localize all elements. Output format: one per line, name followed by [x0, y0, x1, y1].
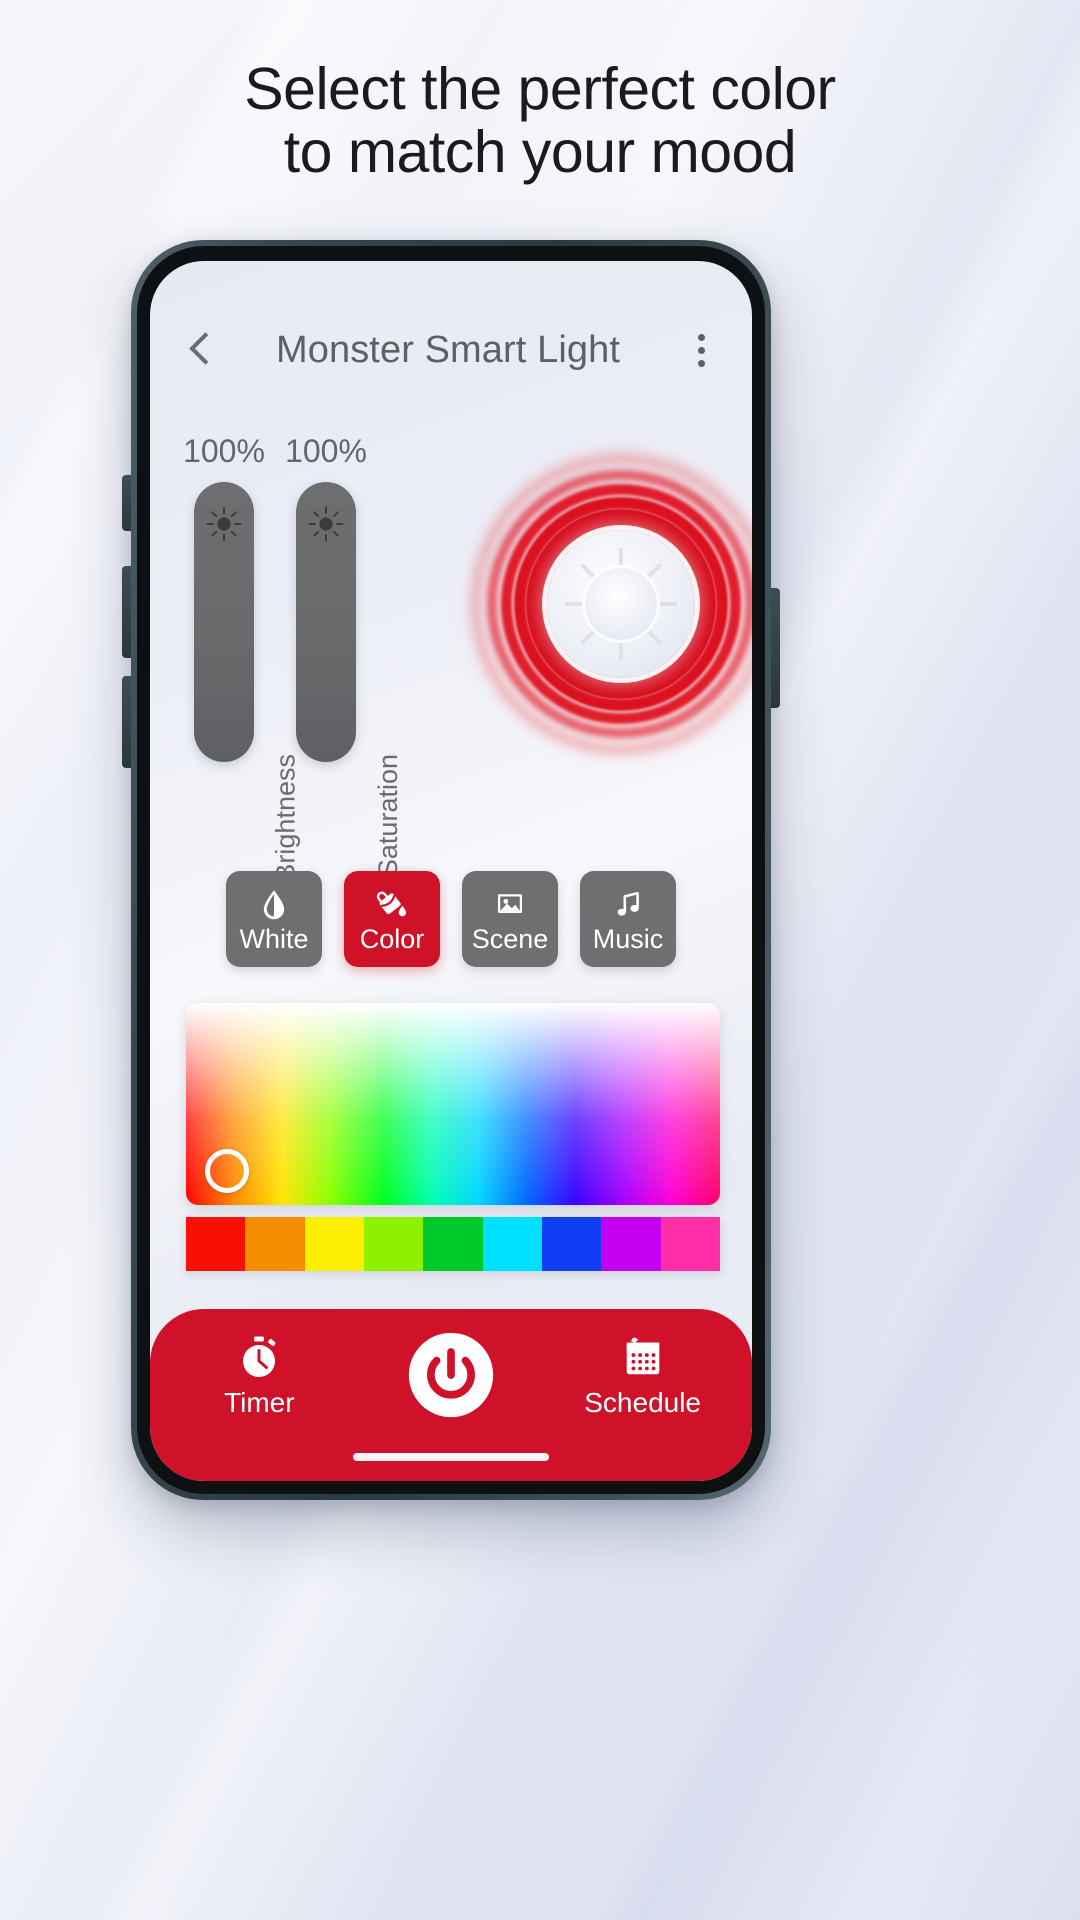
nav-item-schedule[interactable]: Schedule	[568, 1331, 718, 1419]
music-note-icon	[608, 885, 648, 923]
mode-label-scene: Scene	[471, 924, 549, 954]
nav-label-timer: Timer	[224, 1387, 295, 1418]
color-picker-gradient[interactable]	[186, 1003, 720, 1205]
phone-side-button-power	[771, 588, 780, 708]
saturation-label: Saturation	[373, 754, 403, 878]
app-header: Monster Smart Light	[150, 313, 752, 387]
brightness-slider[interactable]: 100% Brightness	[183, 433, 301, 882]
saturation-value: 100%	[285, 433, 367, 469]
slider-group: 100% Brightness 100% Saturation	[183, 433, 403, 882]
stopwatch-timer-icon	[233, 1331, 285, 1383]
promo-headline: Select the perfect color to match your m…	[0, 58, 1080, 183]
home-indicator	[353, 1453, 549, 1461]
swatch-0[interactable]	[186, 1217, 246, 1271]
mode-button-color[interactable]: Color	[344, 871, 440, 967]
phone-bezel: Monster Smart Light 100% Brightness 100%…	[137, 246, 765, 1494]
color-swatch-strip[interactable]	[186, 1217, 720, 1271]
headline-line-2: to match your mood	[283, 118, 797, 185]
swatch-1[interactable]	[245, 1217, 305, 1271]
mode-button-music[interactable]: Music	[580, 871, 676, 967]
image-picture-icon	[490, 885, 530, 923]
mode-button-row: White Color Scene Music	[150, 871, 752, 967]
saturation-slider[interactable]: 100% Saturation	[285, 433, 403, 877]
swatch-8[interactable]	[660, 1217, 720, 1271]
brightness-value: 100%	[183, 433, 265, 469]
phone-side-button-volume-up	[122, 566, 131, 658]
phone-mockup: Monster Smart Light 100% Brightness 100%…	[122, 240, 780, 1500]
bottom-navigation-bar: Timer Schedule	[150, 1309, 752, 1481]
swatch-4[interactable]	[423, 1217, 483, 1271]
swatch-7[interactable]	[601, 1217, 661, 1271]
nav-item-timer[interactable]: Timer	[184, 1331, 334, 1419]
paint-bucket-icon	[372, 885, 412, 923]
mode-label-music: Music	[592, 924, 664, 954]
mode-button-white[interactable]: White	[226, 871, 322, 967]
swatch-5[interactable]	[482, 1217, 542, 1271]
app-screen: Monster Smart Light 100% Brightness 100%…	[150, 261, 752, 1481]
brightness-sun-icon	[204, 504, 244, 544]
brightness-slider-track[interactable]: Brightness	[194, 482, 301, 882]
kebab-menu-icon[interactable]	[684, 327, 718, 373]
headline-line-1: Select the perfect color	[244, 56, 836, 122]
phone-side-button-volume-down	[122, 676, 131, 768]
mode-button-scene[interactable]: Scene	[462, 871, 558, 967]
power-button-icon[interactable]	[403, 1327, 499, 1423]
mode-label-color: Color	[359, 924, 425, 954]
phone-side-button-mute	[122, 475, 131, 531]
brightness-label: Brightness	[271, 754, 301, 882]
swatch-6[interactable]	[541, 1217, 602, 1271]
nav-label-schedule: Schedule	[584, 1387, 702, 1418]
color-cursor-ring[interactable]	[205, 1149, 249, 1193]
page-title: Monster Smart Light	[275, 328, 621, 371]
swatch-2[interactable]	[304, 1217, 364, 1271]
control-row: 100% Brightness 100% Saturation	[150, 433, 752, 882]
back-chevron-icon[interactable]	[184, 327, 218, 373]
calendar-schedule-icon	[617, 1331, 669, 1383]
water-drop-icon	[254, 885, 294, 923]
light-bulb-glow-graphic	[456, 439, 752, 769]
saturation-slider-track[interactable]: Saturation	[296, 482, 403, 877]
mode-label-white: White	[239, 924, 309, 954]
bulb-core	[547, 530, 695, 678]
swatch-3[interactable]	[363, 1217, 424, 1271]
saturation-sun-icon	[306, 504, 346, 544]
